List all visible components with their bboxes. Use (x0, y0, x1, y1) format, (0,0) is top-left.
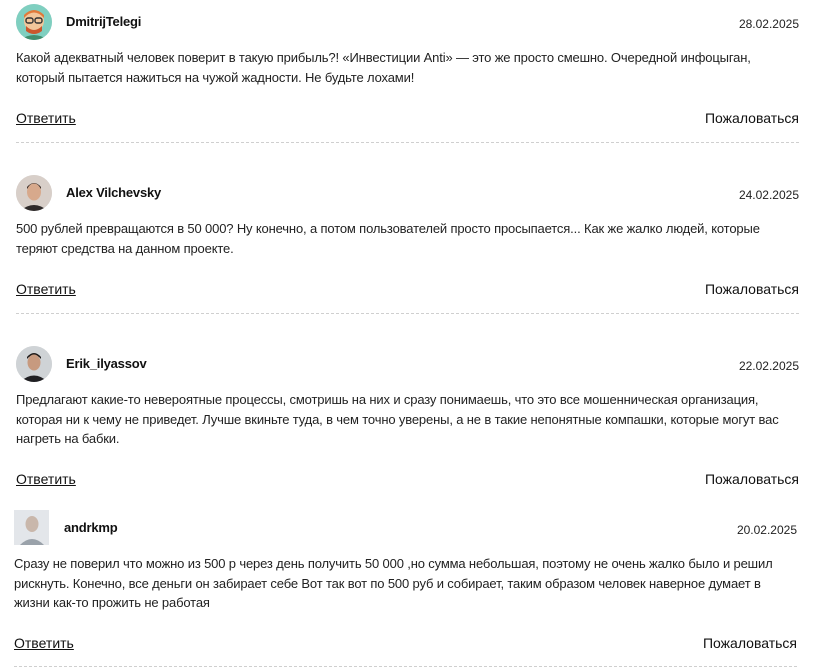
reply-link[interactable]: Ответить (16, 471, 76, 487)
comment-divider (16, 142, 799, 143)
comment-date: 28.02.2025 (738, 17, 799, 31)
author-name: Erik_ilyassov (66, 356, 147, 371)
cartoon-avatar-icon (16, 4, 52, 40)
comment-divider (16, 313, 799, 314)
comment-date: 24.02.2025 (738, 188, 799, 202)
comment-date: 20.02.2025 (736, 523, 797, 537)
comment-actions: Ответить Пожаловаться (16, 281, 799, 301)
avatar[interactable] (16, 175, 52, 211)
user-photo-icon (14, 510, 49, 545)
user-photo-icon (16, 175, 52, 211)
comment-header: andrkmp 20.02.2025 (14, 510, 797, 546)
comment-header: DmitrijTelegi 28.02.2025 (16, 4, 799, 40)
comment-text: 500 рублей превращаются в 50 000? Ну кон… (16, 221, 760, 256)
author-name: DmitrijTelegi (66, 14, 142, 29)
avatar[interactable] (16, 4, 52, 40)
user-photo-icon (16, 346, 52, 382)
comment-divider (14, 666, 797, 667)
report-link[interactable]: Пожаловаться (705, 471, 799, 487)
comment-item: andrkmp 20.02.2025 Сразу не поверил что … (14, 510, 797, 667)
avatar[interactable] (14, 510, 49, 545)
comment-header: Erik_ilyassov 22.02.2025 (16, 346, 799, 382)
report-link[interactable]: Пожаловаться (705, 110, 799, 126)
comment-text: Предлагают какие-то невероятные процессы… (16, 392, 779, 446)
author-name: Alex Vilchevsky (66, 185, 162, 200)
comment-text: Сразу не поверил что можно из 500 р чере… (14, 556, 773, 610)
reply-link[interactable]: Ответить (16, 281, 76, 297)
comment-actions: Ответить Пожаловаться (16, 110, 799, 130)
report-link[interactable]: Пожаловаться (703, 635, 797, 651)
comment-item: DmitrijTelegi 28.02.2025 Какой адекватны… (16, 4, 799, 143)
comment-item: Erik_ilyassov 22.02.2025 Предлагают каки… (16, 346, 799, 487)
avatar[interactable] (16, 346, 52, 382)
author-name: andrkmp (64, 520, 118, 535)
comment-header: Alex Vilchevsky 24.02.2025 (16, 175, 799, 211)
comment-text: Какой адекватный человек поверит в такую… (16, 50, 751, 85)
comment-actions: Ответить Пожаловаться (16, 471, 799, 491)
comment-item: Alex Vilchevsky 24.02.2025 500 рублей пр… (16, 175, 799, 314)
report-link[interactable]: Пожаловаться (705, 281, 799, 297)
comment-actions: Ответить Пожаловаться (14, 635, 797, 655)
comment-date: 22.02.2025 (738, 359, 799, 373)
reply-link[interactable]: Ответить (14, 635, 74, 651)
reply-link[interactable]: Ответить (16, 110, 76, 126)
